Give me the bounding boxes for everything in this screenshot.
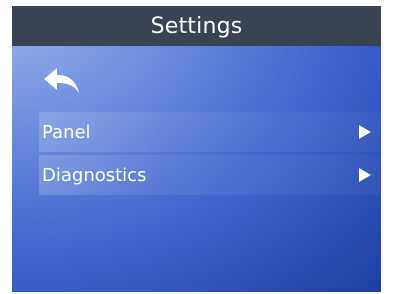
- settings-screen: Settings Panel Diagnostics: [12, 6, 381, 292]
- settings-menu: Panel Diagnostics: [39, 112, 381, 198]
- menu-item-diagnostics[interactable]: Diagnostics: [39, 155, 381, 195]
- title-bar: Settings: [12, 6, 381, 46]
- menu-item-panel[interactable]: Panel: [39, 112, 381, 152]
- menu-item-label: Panel: [42, 121, 91, 143]
- back-button[interactable]: [42, 66, 82, 98]
- menu-item-label: Diagnostics: [42, 164, 147, 186]
- chevron-right-icon: [359, 168, 371, 182]
- page-title: Settings: [150, 13, 243, 39]
- back-arrow-icon: [44, 68, 79, 93]
- chevron-right-icon: [359, 125, 371, 139]
